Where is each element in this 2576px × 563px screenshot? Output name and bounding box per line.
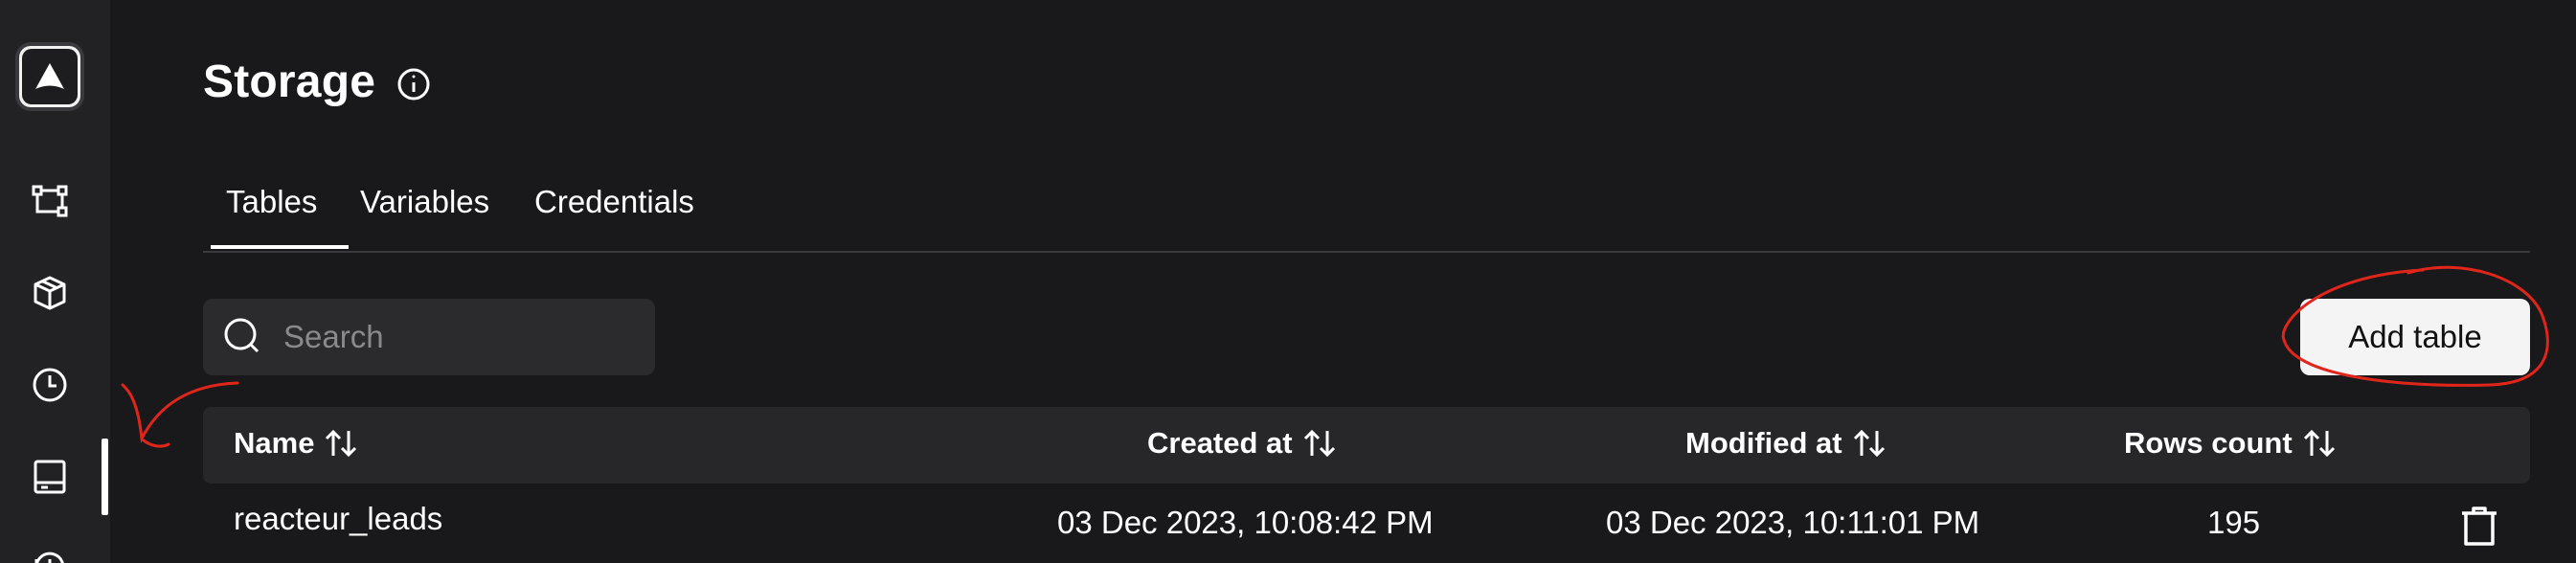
table-row[interactable]: reacteur_leads 03 Dec 2023, 10:08:42 PM … bbox=[203, 484, 2530, 563]
cell-name[interactable]: reacteur_leads bbox=[234, 501, 442, 537]
search-icon bbox=[224, 318, 260, 353]
sort-icon bbox=[1303, 429, 1335, 458]
sidebar bbox=[0, 0, 110, 563]
sidebar-item-history[interactable] bbox=[27, 544, 73, 563]
storage-icon bbox=[34, 460, 66, 494]
sidebar-item-schedules[interactable] bbox=[27, 362, 73, 408]
sidebar-item-storage[interactable] bbox=[27, 454, 73, 500]
tab-tables[interactable]: Tables bbox=[226, 184, 317, 220]
table-header: Name Created at Modified at Rows count bbox=[203, 407, 2530, 484]
workflow-icon bbox=[32, 185, 68, 217]
app-window: Storage Tables Variables Credentials Add… bbox=[0, 0, 2576, 563]
history-icon bbox=[34, 552, 64, 563]
tab-variables[interactable]: Variables bbox=[360, 184, 489, 220]
sort-icon bbox=[326, 429, 357, 458]
tab-bar: Tables Variables Credentials bbox=[203, 172, 2530, 249]
sort-icon bbox=[1853, 429, 1885, 458]
sidebar-item-packages[interactable] bbox=[27, 270, 73, 316]
cell-rows-count: 195 bbox=[2207, 505, 2261, 540]
delete-icon[interactable] bbox=[2458, 505, 2500, 547]
cell-modified-at: 03 Dec 2023, 10:11:01 PM bbox=[1606, 505, 1980, 540]
search-box[interactable] bbox=[203, 299, 655, 375]
column-header-name[interactable]: Name bbox=[234, 426, 358, 461]
active-tab-indicator bbox=[211, 245, 349, 249]
info-icon[interactable] bbox=[395, 65, 433, 103]
add-table-button[interactable]: Add table bbox=[2300, 299, 2530, 375]
column-header-created-at[interactable]: Created at bbox=[1147, 426, 1337, 461]
sidebar-item-workflows[interactable] bbox=[27, 178, 73, 224]
app-logo-icon bbox=[35, 63, 64, 89]
sort-icon bbox=[2303, 429, 2335, 458]
package-icon bbox=[34, 276, 66, 310]
page-title: Storage bbox=[203, 56, 376, 107]
search-input[interactable] bbox=[282, 318, 630, 356]
cell-created-at: 03 Dec 2023, 10:08:42 PM bbox=[1057, 505, 1434, 540]
column-header-modified-at[interactable]: Modified at bbox=[1685, 426, 1887, 461]
annotation-arrow-tail bbox=[142, 439, 170, 448]
sidebar-active-indicator bbox=[102, 439, 108, 515]
tabs-divider bbox=[203, 251, 2530, 253]
clock-icon bbox=[33, 368, 67, 402]
app-logo[interactable] bbox=[19, 46, 80, 107]
tab-credentials[interactable]: Credentials bbox=[534, 184, 694, 220]
column-header-rows-count[interactable]: Rows count bbox=[2124, 426, 2337, 461]
